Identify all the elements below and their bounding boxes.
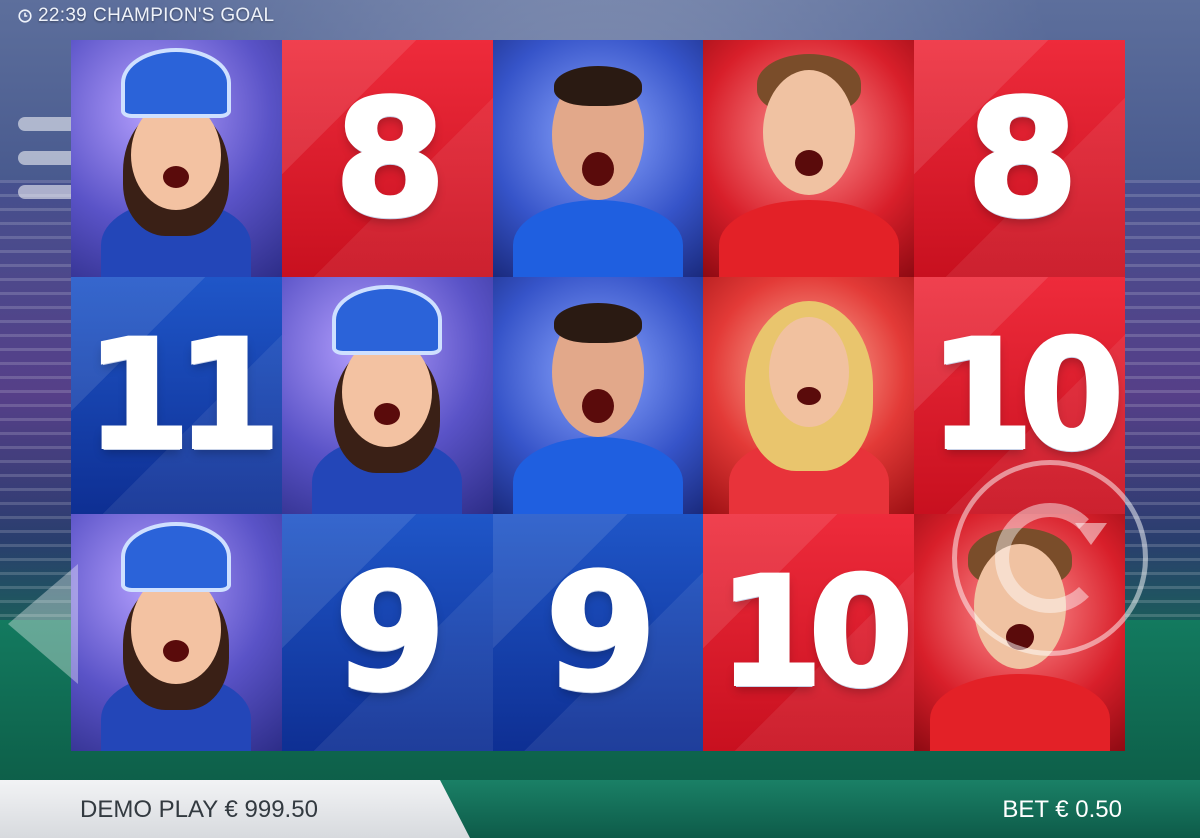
bet-display[interactable]: BET € 0.50 (1002, 796, 1122, 824)
clock-time: 22:39 (38, 5, 88, 26)
symbol-cheerleader (703, 277, 915, 514)
symbol-blue-player (492, 277, 704, 514)
symbol-label: 9 (543, 538, 658, 726)
game-title: CHAMPION'S GOAL (93, 5, 275, 26)
symbol-fan-jester-girl (71, 40, 282, 277)
symbol-blue-player (492, 40, 704, 277)
symbol-label: 10 (927, 308, 1125, 483)
spin-icon (995, 503, 1105, 613)
symbol-fan-jester-girl (281, 277, 493, 514)
symbol-number-10: 10 (703, 514, 915, 751)
left-arrow-icon[interactable] (8, 564, 78, 684)
symbol-number-9: 9 (492, 514, 704, 751)
symbol-red-player (703, 40, 915, 277)
title-bar: 22:39 CHAMPION'S GOAL (0, 0, 274, 32)
spin-button[interactable] (952, 460, 1148, 656)
symbol-label: 10 (716, 545, 914, 720)
symbol-fan-jester-girl (71, 514, 282, 751)
clock-icon (18, 9, 32, 23)
reel-grid: 8 8 11 10 9 9 10 (71, 40, 1125, 751)
symbol-label: 9 (333, 538, 448, 726)
symbol-number-8: 8 (281, 40, 493, 277)
symbol-label: 11 (84, 308, 282, 483)
symbol-number-11: 11 (71, 277, 282, 514)
symbol-label: 8 (965, 64, 1080, 252)
spin-arrowhead (1075, 523, 1107, 545)
symbol-label: 8 (333, 64, 448, 252)
balance-display: DEMO PLAY € 999.50 (80, 796, 318, 823)
symbol-number-8: 8 (914, 40, 1125, 277)
symbol-number-9: 9 (281, 514, 493, 751)
